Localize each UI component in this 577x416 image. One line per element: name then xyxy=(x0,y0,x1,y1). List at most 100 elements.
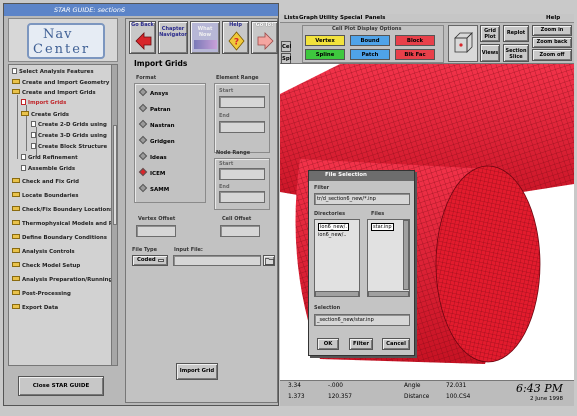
files-hscrollbar[interactable] xyxy=(368,291,409,296)
directory-item[interactable]: ion6_new/.. xyxy=(318,232,347,238)
format-radio-samm[interactable]: SAMM xyxy=(138,183,169,194)
element-start-field[interactable] xyxy=(219,96,265,108)
folder-icon xyxy=(12,304,20,309)
directory-item[interactable]: ion6_new/. xyxy=(318,223,349,231)
document-icon xyxy=(12,67,17,74)
help-button[interactable]: Help ? xyxy=(222,21,249,54)
cell-offset-field[interactable] xyxy=(220,225,260,237)
block-option-button[interactable]: Block xyxy=(395,35,435,46)
tree-scrollbar[interactable] xyxy=(111,65,117,365)
cancel-button[interactable]: Cancel xyxy=(382,338,410,350)
guide-window-title: STAR GUIDE: section6 xyxy=(54,6,126,14)
tree-item-grid-refinement[interactable]: Grid Refinement xyxy=(21,153,78,163)
tree-item-analysis-preparation-running[interactable]: Analysis Preparation/Running xyxy=(12,276,112,285)
menu-utility[interactable]: Utility xyxy=(319,15,338,21)
input-file-field[interactable] xyxy=(173,255,261,266)
close-star-guide-button[interactable]: Close STAR GUIDE xyxy=(18,376,104,396)
display-toolbar: Cel Spl Cell Plot Display Options Vertex… xyxy=(280,23,574,64)
go-to-button[interactable]: Go To! xyxy=(251,21,278,54)
directories-list[interactable]: ion6_new/. ion6_new/.. xyxy=(314,219,360,297)
format-radio-ideas[interactable]: Ideas xyxy=(138,151,167,162)
import-grid-button[interactable]: Import Grid xyxy=(176,363,218,380)
menu-special[interactable]: Special xyxy=(340,15,362,21)
files-list[interactable]: star.inp xyxy=(367,219,410,297)
format-radio-nastran[interactable]: Nastran xyxy=(138,119,175,130)
tree-item-create-2d-grids[interactable]: Create 2-D Grids using xyxy=(31,120,107,130)
vertex-option-button[interactable]: Vertex xyxy=(305,35,345,46)
logo-line-2: Center xyxy=(33,42,91,57)
file-item[interactable]: star.inp xyxy=(371,223,394,231)
vertex-offset-field[interactable] xyxy=(136,225,176,237)
folder-browse-icon xyxy=(265,258,274,265)
guide-title-bar[interactable]: STAR GUIDE: section6 xyxy=(4,4,278,16)
files-vscrollbar[interactable] xyxy=(403,220,409,290)
spline-option-button[interactable]: Spline xyxy=(305,49,345,60)
tree-item-locate-boundaries[interactable]: Locate Boundaries xyxy=(12,192,78,201)
tree-item-thermophysical-models[interactable]: Thermophysical Models and P xyxy=(12,220,113,229)
views-button[interactable]: Views xyxy=(480,44,500,62)
menu-help[interactable]: Help xyxy=(546,15,560,21)
tree-item-check-fix-grid[interactable]: Check and Fix Grid xyxy=(12,178,79,187)
blk-fac-option-button[interactable]: Blk Fac xyxy=(395,49,435,60)
zoom-in-button[interactable]: Zoom in xyxy=(532,25,572,36)
selection-field[interactable]: _section6_new/star.inp xyxy=(314,314,410,326)
filter-button[interactable]: Filter xyxy=(349,338,373,350)
what-now-button[interactable]: What Now xyxy=(190,21,220,54)
node-end-field[interactable] xyxy=(219,191,265,203)
bound-option-button[interactable]: Bound xyxy=(350,35,390,46)
format-radio-icem[interactable]: ICEM xyxy=(138,167,165,178)
tree-item-check-fix-boundary-locations[interactable]: Check/Fix Boundary Locations xyxy=(12,206,113,215)
menu-panels[interactable]: Panels xyxy=(365,15,385,21)
node-start-field[interactable] xyxy=(219,168,265,180)
file-type-dropdown[interactable]: Coded xyxy=(132,255,168,266)
browse-file-button[interactable] xyxy=(263,255,275,266)
menu-lists[interactable]: Lists xyxy=(284,15,299,21)
directories-hscrollbar[interactable] xyxy=(315,291,359,296)
file-dialog-title-bar[interactable]: File Selection xyxy=(309,171,414,181)
go-back-button[interactable]: Go Back xyxy=(129,21,156,54)
chapter-navigator-button[interactable]: Chapter Navigator xyxy=(158,21,188,54)
tree-item-assemble-grids[interactable]: Assemble Grids xyxy=(21,164,75,174)
tree-item-create-block-structure[interactable]: Create Block Structure xyxy=(31,142,107,152)
tree-item-create-3d-grids[interactable]: Create 3-D Grids using xyxy=(31,131,107,141)
file-type-label: File Type xyxy=(132,247,158,253)
element-end-field[interactable] xyxy=(219,121,265,133)
grid-plot-button[interactable]: Grid Plot xyxy=(480,25,500,42)
tree-item-select-analysis-features[interactable]: Select Analysis Features xyxy=(12,67,94,77)
distance-value: 100.CS4 xyxy=(446,394,471,400)
zoom-off-button[interactable]: Zoom off xyxy=(532,49,572,61)
selection-label: Selection xyxy=(314,305,341,311)
view-orientation-cube[interactable] xyxy=(448,25,478,62)
back-arrow-icon xyxy=(135,32,152,50)
patch-option-button[interactable]: Patch xyxy=(350,49,390,60)
node-end-label: End xyxy=(219,184,230,190)
tree-item-check-model-setup[interactable]: Check Model Setup xyxy=(12,262,80,271)
cell-plot-options-title: Cell Plot Display Options xyxy=(332,26,402,32)
ok-button[interactable]: OK xyxy=(317,338,339,350)
status-c1-bottom: 1.373 xyxy=(288,394,305,400)
tree-item-export-data[interactable]: Export Data xyxy=(12,304,58,313)
filter-field[interactable]: tr/d_section6_new/*.inp xyxy=(314,193,410,205)
tree-item-create-import-grids[interactable]: Create and Import Grids xyxy=(12,89,96,98)
files-label: Files xyxy=(371,211,385,217)
tree-item-analysis-controls[interactable]: Analysis Controls xyxy=(12,248,75,257)
section-slice-button[interactable]: Section Slice xyxy=(503,44,529,62)
cel-toggle[interactable]: Cel xyxy=(281,41,291,52)
status-c1-top: 3.34 xyxy=(288,383,301,389)
go-back-label: Go Back xyxy=(131,22,154,28)
format-radio-gridgen[interactable]: Gridgen xyxy=(138,135,175,146)
tree-item-post-processing[interactable]: Post-Processing xyxy=(12,290,71,299)
go-to-label: Go To! xyxy=(255,22,274,28)
format-radio-patran[interactable]: Patran xyxy=(138,103,171,114)
tree-scrollbar-thumb[interactable] xyxy=(113,125,117,225)
chapter-navigator-label: Chapter Navigator xyxy=(159,26,187,38)
zoom-back-button[interactable]: Zoom back xyxy=(532,37,572,48)
tree-item-create-grids[interactable]: Create Grids xyxy=(21,111,69,120)
menu-graph[interactable]: Graph xyxy=(299,15,318,21)
spl-toggle[interactable]: Spl xyxy=(281,53,291,64)
replot-button[interactable]: Replot xyxy=(503,25,529,42)
tree-item-define-boundary-conditions[interactable]: Define Boundary Conditions xyxy=(12,234,107,243)
tree-item-create-import-geometry[interactable]: Create and Import Geometry xyxy=(12,79,109,88)
format-radio-ansys[interactable]: Ansys xyxy=(138,87,168,98)
tree-item-import-grids[interactable]: Import Grids xyxy=(21,98,66,108)
